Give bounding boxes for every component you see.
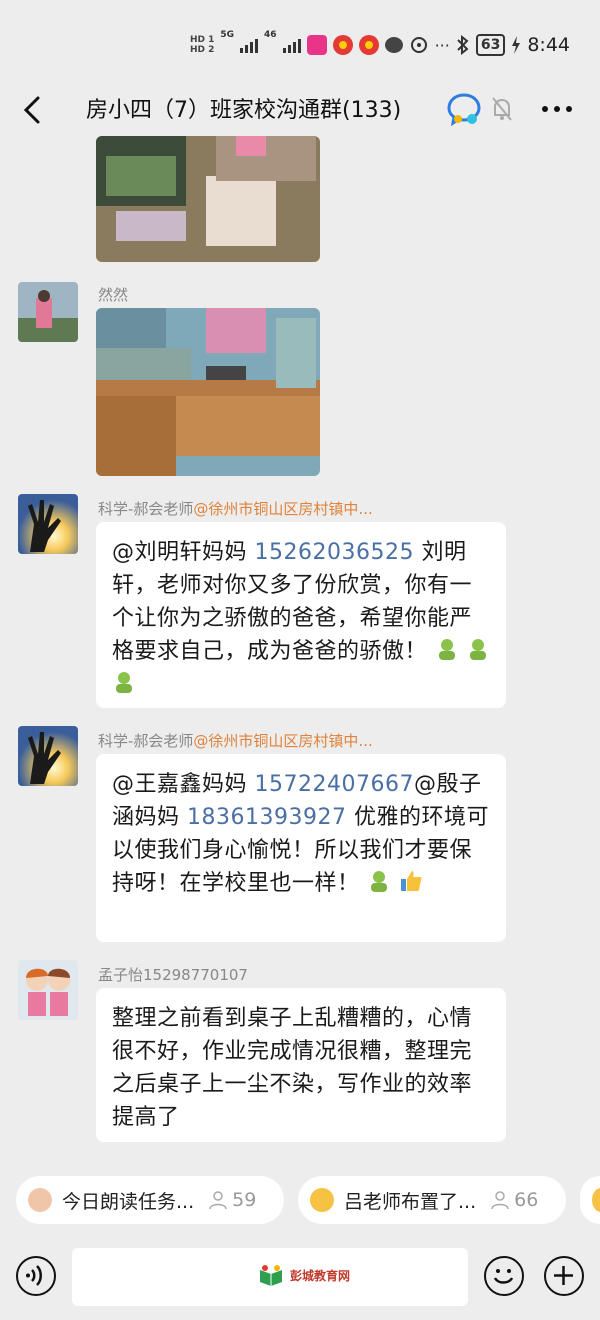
emoji-button[interactable] bbox=[484, 1256, 524, 1296]
voice-icon bbox=[26, 1265, 42, 1286]
signal-icon-2 bbox=[282, 37, 301, 53]
mention[interactable]: @王嘉鑫妈妈 bbox=[112, 772, 247, 797]
task-icon bbox=[310, 1188, 334, 1212]
network-46-label: 46 bbox=[264, 30, 277, 40]
phone-link[interactable]: 18361393927 bbox=[187, 805, 346, 830]
message-bubble[interactable]: @王嘉鑫妈妈 15722407667@殷子涵妈妈 18361393927 优雅的… bbox=[96, 754, 506, 942]
message-bubble[interactable]: 整理之前看到桌子上乱糟糟的，心情很不好，作业完成情况很糟，整理完之后桌子上一尘不… bbox=[96, 988, 506, 1142]
sender-tag: @徐州市铜山区房村镇中... bbox=[193, 500, 373, 518]
hotspot-icon bbox=[410, 37, 427, 53]
task-chip-count-value: 66 bbox=[514, 1189, 539, 1211]
charging-icon bbox=[512, 36, 521, 54]
chat-header: 房小四（7）班家校沟通群(133) bbox=[0, 84, 600, 136]
network-5g-label: 5G bbox=[220, 30, 235, 40]
weibo-icon-2 bbox=[358, 35, 379, 55]
avatar[interactable] bbox=[18, 282, 78, 342]
watermark: 彭城教育网 bbox=[258, 1264, 350, 1286]
app-notification-icon bbox=[306, 35, 327, 55]
mute-bell-icon[interactable] bbox=[490, 96, 514, 122]
group-chat-icon[interactable] bbox=[446, 92, 482, 126]
task-icon bbox=[592, 1188, 600, 1212]
task-chip-count-value: 59 bbox=[232, 1189, 257, 1211]
desk-photo bbox=[96, 308, 320, 476]
person-emoji-icon bbox=[371, 871, 388, 892]
task-chip-partial[interactable] bbox=[580, 1176, 600, 1224]
avatar-small-icon bbox=[28, 1188, 52, 1212]
signal-icon bbox=[240, 37, 259, 53]
avatar[interactable] bbox=[18, 960, 78, 1020]
task-chip-label: 今日朗读任务... bbox=[62, 1190, 195, 1213]
message-text: 整理之前看到桌子上乱糟糟的，心情很不好，作业完成情况很糟，整理完之后桌子上一尘不… bbox=[112, 1006, 473, 1130]
voice-input-button[interactable] bbox=[16, 1256, 56, 1296]
input-bar: 彭城教育网 bbox=[0, 1236, 600, 1320]
add-attachment-button[interactable] bbox=[544, 1256, 584, 1296]
book-logo-icon bbox=[260, 1265, 282, 1286]
back-arrow-icon bbox=[23, 96, 40, 124]
photo-message[interactable] bbox=[96, 308, 320, 476]
more-status-label: ··· bbox=[434, 35, 450, 55]
watermark-text: 彭城教育网 bbox=[290, 1268, 351, 1283]
quick-task-bar: 今日朗读任务... 59 吕老师布置了... 66 bbox=[0, 1164, 600, 1236]
message-icon bbox=[384, 37, 403, 53]
smiley-icon bbox=[493, 1269, 514, 1284]
person-emoji-icon bbox=[470, 639, 487, 660]
task-chip-teacher[interactable]: 吕老师布置了... 66 bbox=[298, 1176, 566, 1224]
avatar[interactable] bbox=[18, 494, 78, 554]
sender-line: 科学-郝会老师@徐州市铜山区房村镇中... bbox=[98, 730, 373, 751]
sender-name: 孟子怡15298770107 bbox=[98, 966, 248, 984]
sender-tag: @徐州市铜山区房村镇中... bbox=[193, 732, 373, 750]
sender-name: 科学-郝会老师 bbox=[98, 500, 194, 518]
task-chip-label: 吕老师布置了... bbox=[344, 1190, 477, 1213]
avatar-image bbox=[18, 282, 78, 342]
person-icon bbox=[491, 1191, 509, 1210]
sender-line: 科学-郝会老师@徐州市铜山区房村镇中... bbox=[98, 498, 373, 519]
hd2-label: HD 2 bbox=[189, 45, 215, 55]
back-button[interactable] bbox=[14, 90, 50, 130]
avatar[interactable] bbox=[18, 726, 78, 786]
desk-photo bbox=[96, 136, 320, 262]
bluetooth-icon bbox=[457, 35, 469, 55]
sender-name: 然然 bbox=[98, 286, 129, 304]
mention[interactable]: @刘明轩妈妈 bbox=[112, 540, 247, 565]
status-icons: HD 1 HD 2 5G 46 ··· 63 8:44 bbox=[190, 30, 570, 60]
hd-indicator: HD 1 HD 2 bbox=[190, 35, 214, 55]
group-title: 房小四（7）班家校沟通群(133) bbox=[86, 98, 402, 123]
sender-name: 科学-郝会老师 bbox=[98, 732, 194, 750]
message-input[interactable]: 彭城教育网 bbox=[72, 1248, 468, 1306]
status-bar: HD 1 HD 2 5G 46 ··· 63 8:44 bbox=[0, 0, 600, 84]
clock: 8:44 bbox=[527, 34, 570, 56]
phone-link[interactable]: 15722407667 bbox=[255, 772, 414, 797]
phone-link[interactable]: 15262036525 bbox=[255, 540, 414, 565]
task-chip-count: 59 bbox=[208, 1189, 256, 1211]
message-list[interactable]: 然然 科学-郝会老师@徐州市铜山区房村镇中... @刘明轩妈妈 15262036… bbox=[0, 136, 600, 1164]
photo-message-partial[interactable] bbox=[96, 136, 320, 262]
person-icon bbox=[209, 1191, 227, 1210]
message-bubble[interactable]: @刘明轩妈妈 15262036525 刘明轩，老师对你又多了份欣赏，你有一个让你… bbox=[96, 522, 506, 708]
person-emoji-icon bbox=[438, 639, 455, 660]
more-options-icon[interactable] bbox=[540, 94, 574, 124]
avatar-image bbox=[18, 494, 78, 554]
battery-icon: 63 bbox=[475, 34, 506, 56]
task-chip-reading[interactable]: 今日朗读任务... 59 bbox=[16, 1176, 284, 1224]
task-chip-count: 66 bbox=[490, 1189, 538, 1211]
thumbs-up-icon bbox=[400, 871, 421, 891]
plus-icon bbox=[554, 1266, 573, 1285]
hd1-label: HD 1 bbox=[189, 35, 215, 45]
person-emoji-icon bbox=[116, 672, 132, 693]
avatar-image bbox=[18, 960, 78, 1020]
weibo-icon bbox=[332, 35, 353, 55]
avatar-image bbox=[18, 726, 78, 786]
